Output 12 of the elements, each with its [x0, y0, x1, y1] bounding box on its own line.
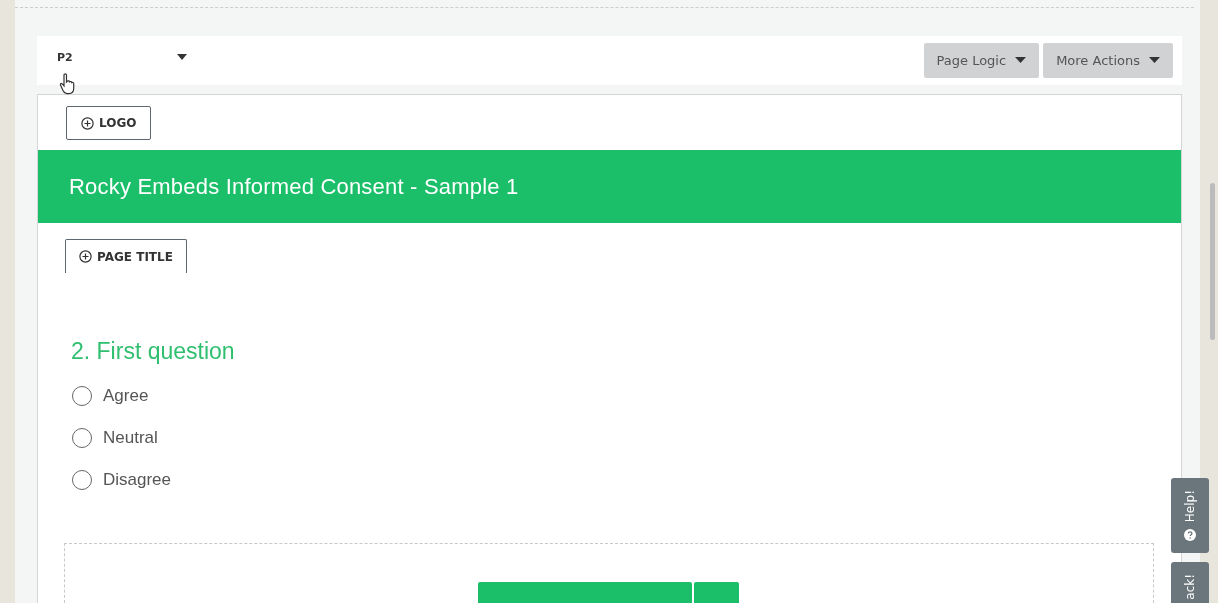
dropdown-button[interactable]: More Actions	[1043, 42, 1173, 78]
add-page-title-button[interactable]: PAGE TITLE	[65, 239, 187, 273]
side-tab[interactable]: ack!	[1171, 562, 1209, 603]
page-selector[interactable]: P2	[57, 46, 187, 69]
dropdown-button[interactable]: Page Logic	[923, 42, 1040, 78]
question-title: 2. First question	[70, 338, 236, 366]
option-label: Neutral	[103, 428, 158, 448]
option-label: Agree	[103, 386, 149, 406]
option-label: Disagree	[103, 470, 172, 490]
survey-title: Rocky Embeds Informed Consent - Sample 1	[69, 173, 519, 200]
add-logo-button[interactable]: LOGO	[66, 106, 152, 140]
side-tab[interactable]: Help!	[1171, 478, 1209, 553]
